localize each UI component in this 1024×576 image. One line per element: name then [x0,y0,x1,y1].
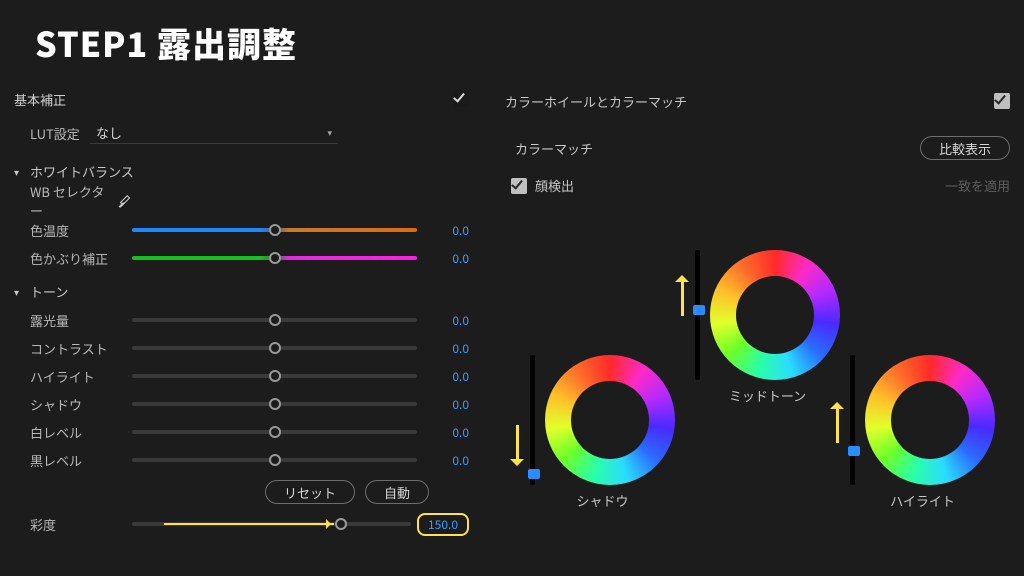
slider-thumb[interactable] [269,426,281,438]
lut-row: LUT設定 なし ▾ [30,118,469,148]
chevron-down-icon: ▾ [14,164,30,179]
blacks-value[interactable]: 0.0 [423,452,469,469]
midtones-caption: ミッドトーン [729,386,806,405]
midtones-luma-slider[interactable] [695,250,700,380]
color-match-label: カラーマッチ [515,139,593,158]
tone-item-label: 露光量 [30,311,132,330]
annotation-arrow-icon [164,523,334,525]
step-title: STEP1 露出調整 [35,18,297,67]
highlights-luma-slider[interactable] [850,355,855,485]
exposure-value[interactable]: 0.0 [423,312,469,329]
tone-item-label: シャドウ [30,395,132,414]
saturation-slider-row: 彩度 150.0 [14,510,469,538]
wb-selector-row: WB セレクター [14,186,469,216]
color-wheels-area: ミッドトーン シャドウ ハイライト [480,240,1020,570]
slider-thumb[interactable] [269,454,281,466]
tone-buttons: リセット 自動 [14,480,429,504]
face-detect-checkbox[interactable] [511,178,527,194]
exposure-slider-row: 露光量 0.0 [14,306,469,334]
contrast-slider-row: コントラスト 0.0 [14,334,469,362]
reset-button[interactable]: リセット [265,480,355,504]
shadows-caption: シャドウ [576,491,628,510]
lut-value: なし [96,123,122,142]
wb-selector-label: WB セレクター [30,182,116,220]
tone-item-label: ハイライト [30,367,132,386]
tone-item-label: 白レベル [30,423,132,442]
color-wheel-title: カラーホイールとカラーマッチ [505,92,687,111]
color-wheel-panel: カラーホイールとカラーマッチ カラーマッチ 比較表示 顔検出 一致を適用 [505,90,1010,195]
whites-slider[interactable] [132,430,417,434]
highlights-caption: ハイライト [890,491,955,510]
slider-thumb[interactable] [269,342,281,354]
color-wheel-header: カラーホイールとカラーマッチ [505,90,1010,112]
contrast-slider[interactable] [132,346,417,350]
slider-thumb[interactable] [269,224,281,236]
face-detect-label: 顔検出 [535,176,574,195]
temperature-label: 色温度 [30,221,132,240]
highlights-value[interactable]: 0.0 [423,368,469,385]
apply-match-button[interactable]: 一致を適用 [945,176,1010,195]
lut-label: LUT設定 [30,124,90,143]
annotation-arrow-down-icon [510,425,524,473]
tone-section-header[interactable]: ▾ トーン [14,276,469,306]
annotation-arrow-up-icon [675,268,689,316]
shadows-color-wheel[interactable] [545,355,675,485]
tone-item-label: 黒レベル [30,451,132,470]
midtones-color-wheel[interactable] [710,250,840,380]
face-detect-row: 顔検出 一致を適用 [505,176,1010,195]
lut-dropdown[interactable]: なし ▾ [90,122,338,144]
shadows-slider[interactable] [132,402,417,406]
tint-value[interactable]: 0.0 [423,250,469,267]
auto-button[interactable]: 自動 [365,480,429,504]
exposure-slider[interactable] [132,318,417,322]
temperature-slider-row: 色温度 0.0 [14,216,469,244]
annotation-arrow-up-icon [830,395,844,443]
highlights-slider[interactable] [132,374,417,378]
tone-title: トーン [30,282,68,301]
chevron-down-icon: ▾ [327,126,332,139]
eyedropper-icon[interactable] [116,192,134,210]
slider-thumb[interactable] [269,398,281,410]
wb-title: ホワイトバランス [30,162,134,181]
color-wheel-toggle[interactable] [994,93,1010,109]
shadows-luma-slider[interactable] [530,355,535,485]
temperature-value[interactable]: 0.0 [423,222,469,239]
tone-item-label: コントラスト [30,339,132,358]
basic-correction-panel: 基本補正 LUT設定 なし ▾ ▾ ホワイトバランス WB セレクター 色温度 … [14,88,469,538]
slider-thumb[interactable] [269,314,281,326]
basic-correction-toggle[interactable] [453,91,469,107]
slider-thumb[interactable] [528,469,540,479]
compare-view-button[interactable]: 比較表示 [920,136,1010,160]
slider-thumb[interactable] [269,252,281,264]
blacks-slider[interactable] [132,458,417,462]
tint-slider-row: 色かぶり補正 0.0 [14,244,469,272]
temperature-slider[interactable] [132,228,417,232]
highlights-color-wheel[interactable] [865,355,995,485]
chevron-down-icon: ▾ [14,284,30,299]
whites-slider-row: 白レベル 0.0 [14,418,469,446]
saturation-label: 彩度 [30,515,132,534]
basic-correction-title: 基本補正 [14,90,66,109]
highlights-wheel-block: ハイライト [850,355,995,510]
midtones-wheel-block: ミッドトーン [695,250,840,405]
shadows-wheel-block: シャドウ [530,355,675,510]
shadows-value[interactable]: 0.0 [423,396,469,413]
saturation-value[interactable]: 150.0 [417,513,469,536]
color-match-row: カラーマッチ 比較表示 [505,136,1010,160]
shadows-slider-row: シャドウ 0.0 [14,390,469,418]
tint-label: 色かぶり補正 [30,249,132,268]
slider-thumb[interactable] [335,518,347,530]
tint-slider[interactable] [132,256,417,260]
slider-thumb[interactable] [848,446,860,456]
basic-correction-header: 基本補正 [14,88,469,110]
blacks-slider-row: 黒レベル 0.0 [14,446,469,474]
contrast-value[interactable]: 0.0 [423,340,469,357]
slider-thumb[interactable] [269,370,281,382]
highlights-slider-row: ハイライト 0.0 [14,362,469,390]
whites-value[interactable]: 0.0 [423,424,469,441]
slider-thumb[interactable] [693,305,705,315]
